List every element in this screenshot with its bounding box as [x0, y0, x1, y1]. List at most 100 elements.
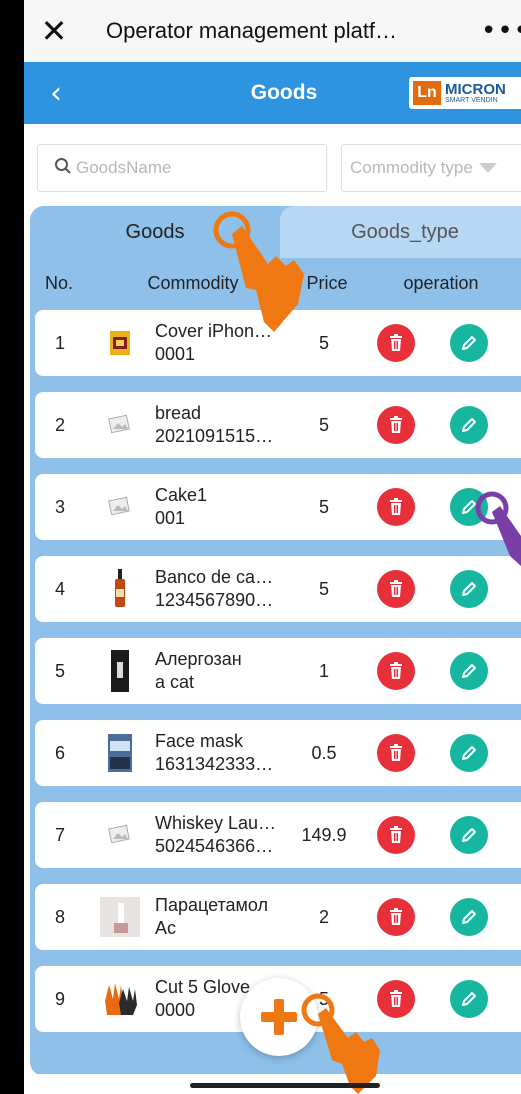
header-no: No.	[44, 272, 73, 293]
trash-icon	[390, 744, 402, 761]
row-number: 8	[54, 906, 65, 927]
plus-icon	[261, 999, 297, 1035]
price-cell: 149.9	[301, 824, 347, 845]
pencil-icon	[462, 418, 476, 432]
commodity-code: 5024546366…	[155, 836, 274, 856]
row-number: 6	[54, 742, 65, 763]
pointer-hand-icon	[475, 491, 521, 566]
edit-button[interactable]	[450, 652, 488, 690]
commodity-cell: Banco de ca… 1234567890…	[155, 566, 295, 612]
pencil-icon	[462, 664, 476, 678]
product-thumbnail	[85, 569, 155, 609]
table-row[interactable]: 5 Алергозан a cat 1	[35, 638, 521, 704]
row-number: 9	[54, 988, 65, 1009]
tab-goods-type[interactable]: Goods_type	[280, 206, 521, 258]
commodity-cell: Парацетамол Ac	[155, 894, 295, 940]
commodity-code: 001	[155, 508, 186, 528]
search-box[interactable]	[37, 144, 327, 192]
pencil-icon	[462, 828, 476, 842]
edit-button[interactable]	[450, 816, 488, 854]
delete-button[interactable]	[377, 734, 415, 772]
table-row[interactable]: 2 bread 2021091515… 5	[35, 392, 521, 458]
commodity-code: Ac	[155, 918, 177, 938]
home-indicator	[190, 1083, 380, 1088]
pointer-hand-icon	[213, 211, 304, 332]
delete-button[interactable]	[377, 406, 415, 444]
nav-bar: ‹ Goods Ln MICRON SMART VENDIN	[24, 62, 521, 124]
product-thumbnail	[85, 496, 155, 518]
price-cell: 2	[318, 906, 329, 927]
close-icon[interactable]: ✕	[24, 12, 84, 50]
table-row[interactable]: 6 Face mask 1631342333… 0.5	[35, 720, 521, 786]
product-thumbnail	[85, 733, 155, 773]
product-thumbnail	[85, 414, 155, 436]
price-cell: 1	[318, 660, 329, 681]
table-row[interactable]: 7 Whiskey Lau… 5024546366… 149.9	[35, 802, 521, 868]
edit-button[interactable]	[450, 898, 488, 936]
price-cell: 5	[318, 414, 329, 435]
delete-button[interactable]	[377, 488, 415, 526]
commodity-name: Whiskey Lau…	[155, 813, 277, 833]
row-number: 3	[54, 496, 65, 517]
commodity-cell: Алергозан a cat	[155, 648, 295, 694]
commodity-name: Парацетамол	[155, 895, 269, 915]
commodity-code: a cat	[155, 672, 195, 692]
commodity-name: Cake1	[155, 485, 208, 505]
pointer-hand-icon	[301, 993, 380, 1094]
commodity-code: 1234567890…	[155, 590, 274, 610]
price-cell: 0.5	[311, 742, 337, 763]
pencil-icon	[462, 336, 476, 350]
commodity-cell: Whiskey Lau… 5024546366…	[155, 812, 295, 858]
delete-button[interactable]	[377, 898, 415, 936]
commodity-name: Face mask	[155, 731, 244, 751]
delete-button[interactable]	[377, 816, 415, 854]
table-row[interactable]: 3 Cake1 001 5	[35, 474, 521, 540]
delete-button[interactable]	[377, 570, 415, 608]
trash-icon	[390, 908, 402, 925]
edit-button[interactable]	[450, 324, 488, 362]
row-number: 2	[54, 414, 65, 435]
table-row[interactable]: 8 Парацетамол Ac 2	[35, 884, 521, 950]
edit-button[interactable]	[450, 980, 488, 1018]
commodity-name: Banco de ca…	[155, 567, 274, 587]
row-number: 1	[54, 332, 65, 353]
app-screen: ✕ Operator management platf… ••• ‹ Goods…	[24, 0, 521, 1094]
commodity-cell: Cake1 001	[155, 484, 295, 530]
commodity-type-select[interactable]: Commodity type	[341, 144, 521, 192]
window-title: Operator management platf…	[106, 18, 398, 43]
pencil-icon	[462, 992, 476, 1006]
goods-panel: Goods Goods_type No. Commodity Price ope…	[30, 206, 521, 1076]
row-number: 7	[54, 824, 65, 845]
trash-icon	[390, 826, 402, 843]
product-thumbnail	[85, 897, 155, 937]
table-row[interactable]: 4 Banco de ca… 1234567890… 5	[35, 556, 521, 622]
search-icon	[54, 157, 72, 180]
trash-icon	[390, 334, 402, 351]
price-cell: 5	[318, 496, 329, 517]
trash-icon	[390, 498, 402, 515]
logo-mark: Ln	[413, 81, 441, 105]
edit-button[interactable]	[450, 734, 488, 772]
row-number: 4	[54, 578, 65, 599]
logo-text: MICRON	[445, 81, 506, 98]
more-options-icon[interactable]: •••	[481, 16, 521, 46]
product-thumbnail	[85, 824, 155, 846]
pencil-icon	[462, 910, 476, 924]
window-title-bar: ✕ Operator management platf… •••	[24, 0, 521, 62]
commodity-cell: bread 2021091515…	[155, 402, 295, 448]
commodity-code: 0001	[155, 344, 196, 364]
product-thumbnail	[85, 981, 155, 1017]
filter-bar: Commodity type	[24, 124, 521, 206]
delete-button[interactable]	[377, 324, 415, 362]
trash-icon	[390, 416, 402, 433]
chevron-down-icon	[478, 163, 497, 173]
edit-button[interactable]	[450, 570, 488, 608]
commodity-name: bread	[155, 403, 202, 423]
edit-button[interactable]	[450, 406, 488, 444]
trash-icon	[390, 662, 402, 679]
price-cell: 5	[318, 578, 329, 599]
delete-button[interactable]	[377, 652, 415, 690]
search-input[interactable]	[76, 158, 296, 178]
commodity-type-placeholder: Commodity type	[350, 158, 473, 177]
product-thumbnail	[85, 650, 155, 692]
